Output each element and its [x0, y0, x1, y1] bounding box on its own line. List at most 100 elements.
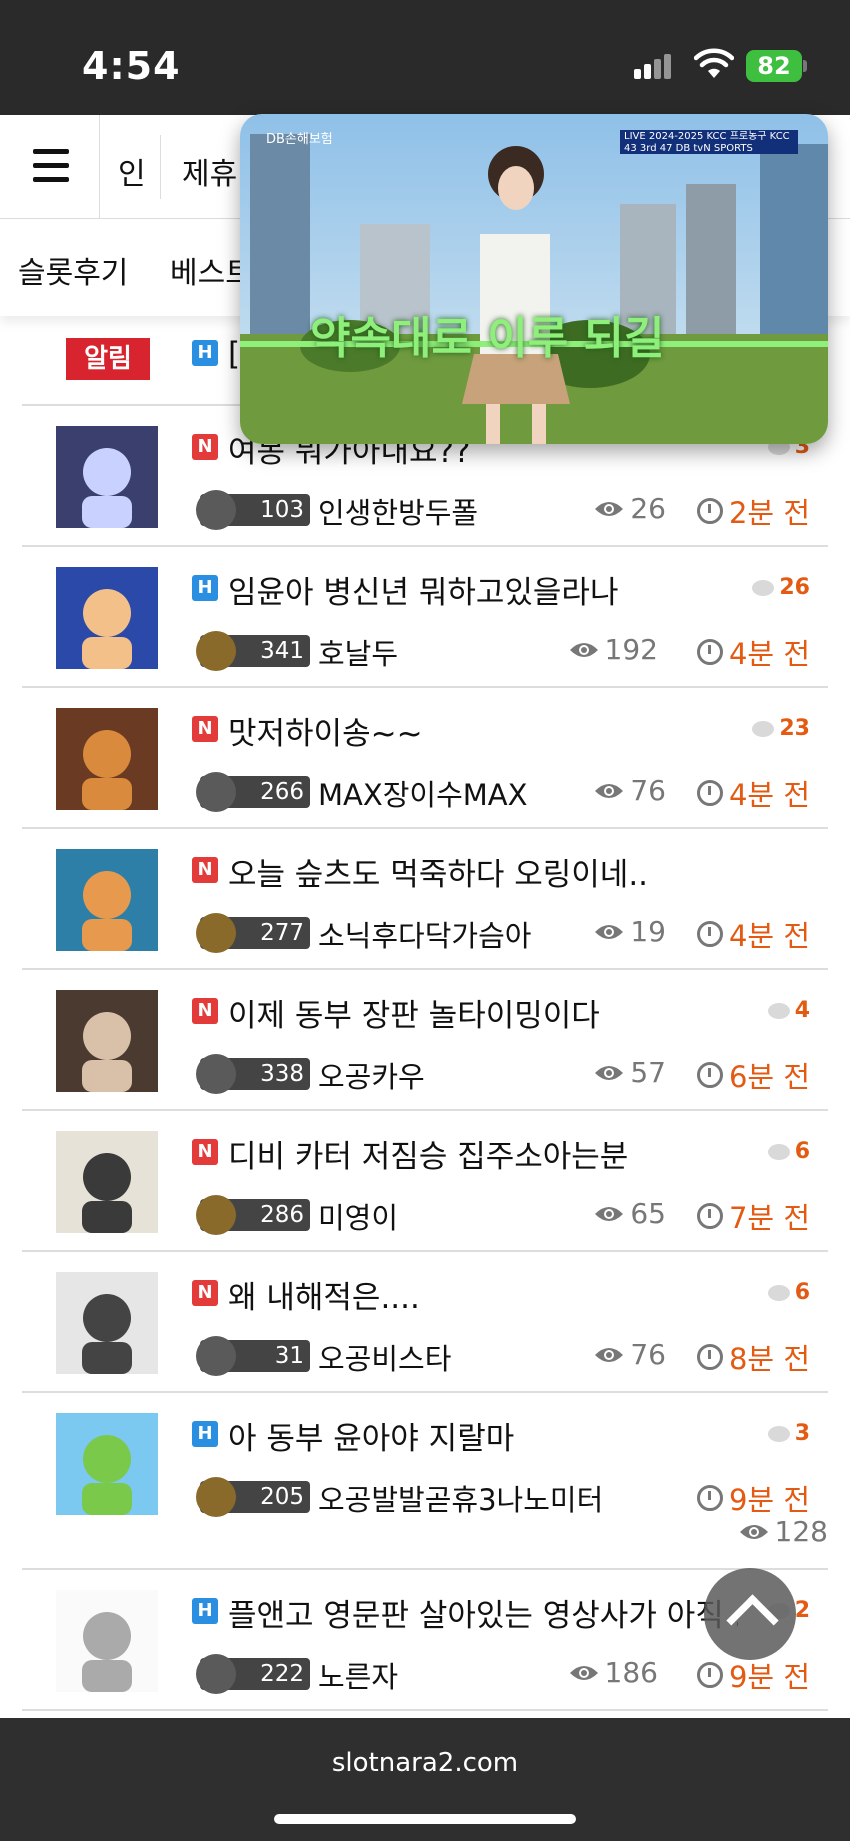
eye-icon — [739, 1524, 768, 1539]
post-time: 4분 전 — [696, 913, 810, 955]
new-tag-icon: N — [192, 1139, 218, 1165]
post-author[interactable]: 오공발발곧휴3나노미터 — [318, 1477, 603, 1519]
post-thumbnail[interactable] — [56, 567, 158, 669]
post-time-value: 8분 전 — [728, 1342, 810, 1376]
comment-count: 3 — [767, 1421, 810, 1446]
comment-bubble-icon — [752, 579, 775, 596]
post-thumbnail[interactable] — [56, 1272, 158, 1374]
post-title[interactable]: 디비 카터 저짐승 집주소아는분 — [228, 1131, 628, 1176]
post-row[interactable]: H 임윤아 병신년 뭐하고있을라나 26 341 호날두 192 4분 전 — [22, 547, 828, 688]
post-thumbnail[interactable] — [56, 708, 158, 810]
post-author[interactable]: 미영이 — [318, 1195, 398, 1237]
hamburger-icon-bar — [33, 177, 69, 182]
user-level: 205 — [260, 1484, 304, 1510]
user-level: 31 — [274, 1343, 304, 1369]
post-author[interactable]: MAX장이수MAX — [318, 772, 528, 814]
post-thumbnail[interactable] — [56, 426, 158, 528]
post-row[interactable]: N 이제 동부 장판 놀타이밍이다 4 338 오공카우 57 6분 전 — [22, 970, 828, 1111]
battery-level: 82 — [757, 52, 791, 80]
user-level-badge: 31 — [196, 1336, 310, 1376]
post-time-value: 4분 전 — [728, 637, 810, 671]
post-title[interactable]: 이제 동부 장판 놀타이밍이다 — [228, 990, 600, 1035]
post-thumbnail[interactable] — [56, 990, 158, 1092]
post-time: 4분 전 — [696, 631, 810, 673]
post-author[interactable]: 인생한방두폴 — [318, 490, 478, 532]
pip-video-player[interactable]: DB손해보험 LIVE 2024-2025 KCC 프로농구 KCC 43 3r… — [240, 114, 828, 444]
post-title[interactable]: 아 동부 윤아야 지랄마 — [228, 1413, 514, 1458]
user-level: 286 — [260, 1202, 304, 1228]
post-thumbnail[interactable] — [56, 1590, 158, 1692]
home-indicator[interactable] — [274, 1814, 576, 1824]
clock-icon — [696, 1203, 723, 1229]
post-time: 9분 전 — [696, 1477, 810, 1519]
nav-item-1[interactable]: 인 — [118, 149, 146, 193]
view-count: 186 — [569, 1656, 658, 1689]
view-count-value: 76 — [630, 774, 666, 807]
comment-count: 6 — [767, 1280, 810, 1305]
post-author[interactable]: 오공비스타 — [318, 1336, 451, 1378]
level-medal-icon — [196, 1195, 236, 1235]
url-text[interactable]: slotnara2.com — [0, 1748, 850, 1778]
post-time: 6분 전 — [696, 1054, 810, 1096]
post-row[interactable]: N 맛저하이송~~ 23 266 MAX장이수MAX 76 4분 전 — [22, 688, 828, 829]
post-thumbnail[interactable] — [56, 849, 158, 951]
post-time: 7분 전 — [696, 1195, 810, 1237]
post-row[interactable]: N 오늘 슾츠도 먹죽하다 오링이네.. 277 소닉후다닥가슴아 19 4분 전 — [22, 829, 828, 970]
post-title[interactable]: 플앤고 영문판 살아있는 영상사가 아직 ... — [228, 1590, 738, 1635]
post-row[interactable]: N 디비 카터 저짐승 집주소아는분 6 286 미영이 65 7분 전 — [22, 1111, 828, 1252]
eye-icon — [569, 1665, 598, 1680]
hot-tag-icon: H — [192, 575, 218, 601]
eye-icon — [595, 1065, 624, 1080]
wifi-icon — [694, 48, 734, 78]
post-row[interactable]: H 아 동부 윤아야 지랄마 3 205 오공발발곧휴3나노미터 128 9분 전 — [22, 1393, 828, 1570]
post-title[interactable]: 왜 내해적은.... — [228, 1272, 420, 1317]
subnav-slot-review[interactable]: 슬롯후기 — [18, 248, 128, 292]
user-level-badge: 222 — [196, 1654, 310, 1694]
user-level-badge: 266 — [196, 772, 310, 812]
post-row[interactable]: N 왜 내해적은.... 6 31 오공비스타 76 8분 전 — [22, 1252, 828, 1393]
post-thumbnail[interactable] — [56, 1413, 158, 1515]
post-thumbnail[interactable] — [56, 1131, 158, 1233]
post-author[interactable]: 호날두 — [318, 631, 398, 673]
post-time-value: 9분 전 — [728, 1483, 810, 1517]
clock-icon — [696, 1344, 723, 1370]
user-level-badge: 286 — [196, 1195, 310, 1235]
view-count: 76 — [594, 1338, 666, 1371]
post-time: 8분 전 — [696, 1336, 810, 1378]
user-level-badge: 277 — [196, 913, 310, 953]
comment-count-value: 6 — [794, 1280, 810, 1305]
post-time-value: 4분 전 — [728, 778, 810, 812]
view-count-value: 26 — [630, 492, 666, 525]
post-author[interactable]: 소닉후다닥가슴아 — [318, 913, 531, 955]
post-time: 9분 전 — [696, 1654, 810, 1696]
view-count: 57 — [594, 1056, 666, 1089]
view-count-value: 186 — [604, 1656, 658, 1689]
view-count: 26 — [594, 492, 666, 525]
clock-icon — [696, 498, 723, 524]
view-count-value: 65 — [630, 1197, 666, 1230]
level-medal-icon — [196, 1336, 236, 1376]
post-time-value: 2분 전 — [728, 496, 810, 530]
new-tag-icon: N — [192, 716, 218, 742]
level-medal-icon — [196, 1054, 236, 1094]
post-title[interactable]: 오늘 슾츠도 먹죽하다 오링이네.. — [228, 849, 648, 894]
menu-button[interactable] — [0, 115, 100, 219]
nav-item-partner[interactable]: 제휴 — [182, 149, 237, 193]
level-medal-icon — [196, 1477, 236, 1517]
user-level-badge: 205 — [196, 1477, 310, 1517]
post-author[interactable]: 노른자 — [318, 1654, 398, 1696]
post-title[interactable]: 맛저하이송~~ — [228, 708, 423, 753]
view-count: 19 — [594, 915, 666, 948]
view-count: 65 — [594, 1197, 666, 1230]
view-count-value: 19 — [630, 915, 666, 948]
level-medal-icon — [196, 490, 236, 530]
view-count: 128 — [739, 1515, 828, 1548]
post-row[interactable]: H 플앤고 영문판 살아있는 영상사가 아직 ... 2 222 노른자 186 9분 전 — [22, 1570, 828, 1711]
clock-icon — [696, 1062, 723, 1088]
browser-address-bar[interactable]: slotnara2.com — [0, 1718, 850, 1841]
view-count: 192 — [569, 633, 658, 666]
post-author[interactable]: 오공카우 — [318, 1054, 425, 1096]
post-title[interactable]: 임윤아 병신년 뭐하고있을라나 — [228, 567, 618, 612]
scroll-top-button[interactable] — [704, 1568, 796, 1660]
post-time-value: 4분 전 — [728, 919, 810, 953]
